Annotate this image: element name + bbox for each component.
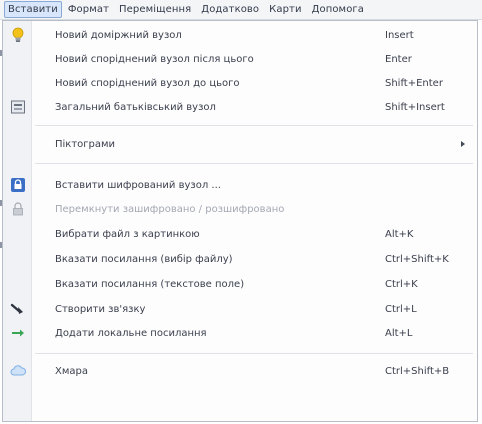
menu-item-shortcut: Ctrl+L [385,303,417,315]
menu-item-shortcut: Ctrl+Shift+K [385,253,449,265]
menu-separator [35,353,473,354]
menu-item-label: Новий споріднений вузол після цього [55,53,254,65]
menubar: Вставити Формат Переміщення Додатково Ка… [0,0,482,20]
menu-item-label: Створити зв'язку [55,303,146,315]
menu-item-create-connector[interactable]: Створити зв'язку Ctrl+L [3,298,477,320]
menu-item-link-text-field[interactable]: Вказати посилання (текстове поле) Ctrl+K [3,273,477,295]
menu-item-shortcut: Alt+K [385,228,414,240]
menu-item-shortcut: Enter [385,53,412,65]
menu-format[interactable]: Формат [64,1,113,18]
menu-maps[interactable]: Карти [265,1,305,18]
menu-item-label: Загальний батьківський вузол [55,101,216,113]
menu-item-common-parent-node[interactable]: Загальний батьківський вузол Shift+Inser… [3,96,477,118]
menu-item-label: Вказати посилання (вибір файлу) [55,253,233,265]
menu-item-new-child-node[interactable]: Новий доміржний вузол Insert [3,24,477,46]
menu-item-icons-submenu[interactable]: Піктограми [3,133,477,155]
encrypted-node-icon [10,177,26,193]
menu-tools[interactable]: Додатково [197,1,263,18]
link-arrow-icon [10,301,26,317]
lock-icon [10,201,26,217]
menu-item-insert-encrypted-node[interactable]: Вставити шифрований вузол ... [3,174,477,196]
menu-item-label: Новий доміржний вузол [55,29,182,41]
menu-insert[interactable]: Вставити [4,1,62,18]
menu-separator [35,163,473,164]
parent-node-icon [10,99,26,115]
menu-item-new-sibling-before[interactable]: Новий споріднений вузол до цього Shift+E… [3,72,477,94]
menu-item-label: Вказати посилання (текстове поле) [55,278,245,290]
menu-item-label: Вставити шифрований вузол ... [55,179,221,191]
menu-item-label: Перемкнути зашифровано / розшифровано [55,203,285,215]
menu-item-label: Хмара [55,365,88,377]
menu-item-toggle-encryption[interactable]: Перемкнути зашифровано / розшифровано [3,198,477,220]
menu-item-new-sibling-after[interactable]: Новий споріднений вузол після цього Ente… [3,48,477,70]
menu-item-shortcut: Shift+Enter [385,77,443,89]
submenu-arrow-icon [461,141,465,147]
menu-navigate[interactable]: Переміщення [115,1,195,18]
insert-dropdown-menu: Новий доміржний вузол Insert Новий спорі… [2,20,478,422]
menu-item-shortcut: Shift+Insert [385,101,445,113]
app-window: Вставити Формат Переміщення Додатково Ка… [0,0,482,424]
menu-item-shortcut: Ctrl+Shift+B [385,365,450,377]
menu-item-label: Новий споріднений вузол до цього [55,77,240,89]
menu-item-label: Піктограми [55,138,116,150]
menu-item-shortcut: Alt+L [385,327,413,339]
menu-item-shortcut: Insert [385,29,414,41]
menu-help[interactable]: Допомога [308,1,368,18]
menu-item-shortcut: Ctrl+K [385,278,418,290]
menu-item-cloud[interactable]: Хмара Ctrl+Shift+B [3,360,477,382]
cloud-icon [10,363,26,379]
menu-item-label: Додати локальне посилання [55,327,207,339]
lightbulb-icon [10,27,26,43]
menu-item-link-file-chooser[interactable]: Вказати посилання (вибір файлу) Ctrl+Shi… [3,248,477,270]
menu-item-add-local-link[interactable]: Додати локальне посилання Alt+L [3,322,477,344]
menu-separator [35,125,473,126]
menu-item-label: Вибрати файл з картинкою [55,228,200,240]
green-arrow-icon [10,325,26,341]
menu-item-choose-image-file[interactable]: Вибрати файл з картинкою Alt+K [3,223,477,245]
